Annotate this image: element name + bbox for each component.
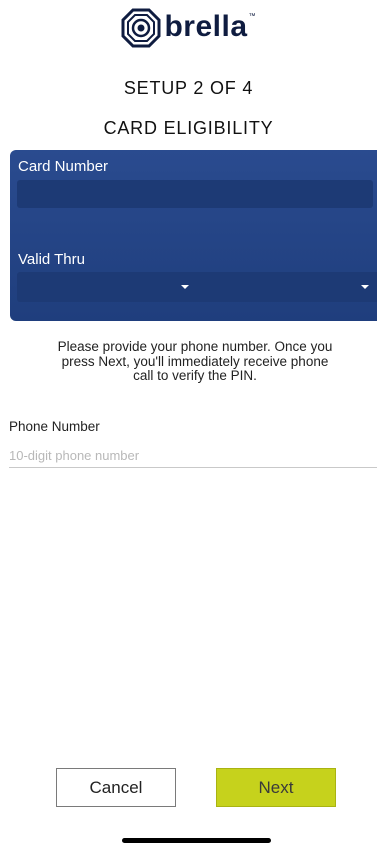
section-title: CARD ELIGIBILITY bbox=[103, 118, 274, 138]
brand-wordmark: brella bbox=[164, 10, 248, 43]
valid-thru-label: Valid Thru bbox=[18, 251, 85, 268]
phone-instructions: Please provide your phone number. Once y… bbox=[57, 339, 333, 383]
valid-thru-month-select[interactable] bbox=[17, 272, 197, 302]
phone-number-label: Phone Number bbox=[9, 419, 100, 434]
valid-thru-year-select[interactable] bbox=[199, 272, 377, 302]
card-number-input[interactable] bbox=[17, 180, 373, 208]
card-eligibility-panel: Card Number Valid Thru bbox=[10, 150, 377, 321]
home-indicator[interactable] bbox=[122, 838, 271, 843]
setup-step-title: SETUP 2 OF 4 bbox=[123, 78, 254, 98]
next-button[interactable]: Next bbox=[216, 768, 336, 807]
brella-logo-icon bbox=[121, 8, 161, 48]
valid-thru-selects bbox=[17, 272, 377, 302]
cancel-button[interactable]: Cancel bbox=[56, 768, 176, 807]
trademark-symbol: ™ bbox=[248, 12, 256, 20]
chevron-down-icon bbox=[361, 285, 369, 289]
brand-logo: brella ™ bbox=[0, 6, 377, 50]
card-number-label: Card Number bbox=[18, 158, 109, 175]
phone-number-input[interactable] bbox=[9, 444, 377, 468]
chevron-down-icon bbox=[181, 285, 189, 289]
